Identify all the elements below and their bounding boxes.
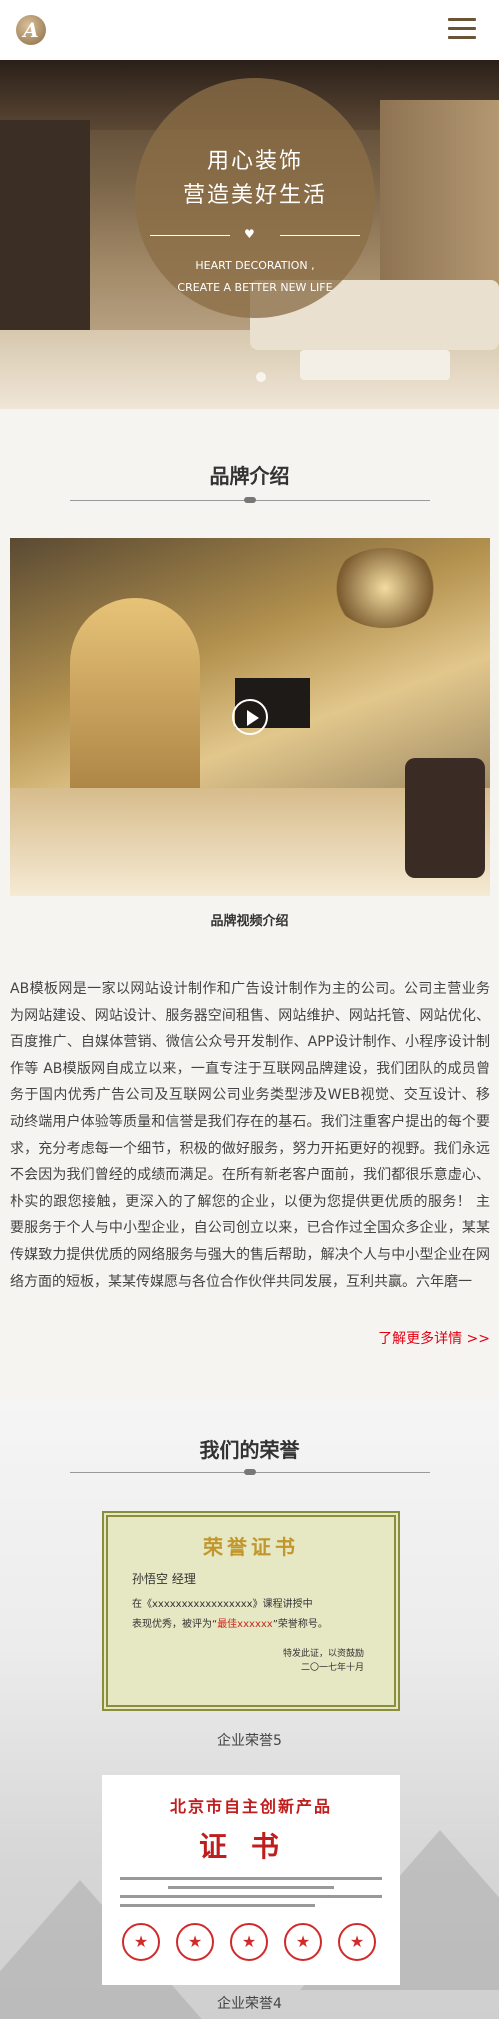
cert-body-line1: 在《xxxxxxxxxxxxxxxxx》课程讲授中: [132, 1599, 313, 1610]
cert-recipient-name: 孙悟空: [132, 1572, 169, 1586]
cert-date: 二〇一七年十月: [300, 1663, 364, 1673]
cert-body-text: ”荣誉称号。: [272, 1619, 328, 1630]
honor-caption: 企业荣誉5: [217, 1733, 282, 1749]
banner-title-line1: 用心装饰: [206, 149, 303, 174]
banner-divider-left: [150, 235, 230, 236]
video-caption: 品牌视频介绍: [210, 914, 289, 929]
logo-letter: A: [23, 18, 39, 42]
banner-subtitle-line1: HEART DECORATION ,: [195, 259, 315, 272]
banner-title-line2: 营造美好生活: [182, 183, 327, 208]
more-details-link[interactable]: 了解更多详情 >>: [360, 1328, 490, 1348]
heart-icon: ♥: [244, 227, 255, 241]
brand-video[interactable]: [10, 538, 490, 896]
banner-title: 用心装饰 营造美好生活: [135, 145, 375, 213]
section-divider-dot: [244, 497, 256, 503]
cert-sign-text: 特发此证，以资鼓励: [282, 1649, 364, 1659]
cert-body-text: 表现优秀，被评为“: [132, 1619, 218, 1630]
cert-seals: [122, 1923, 382, 1963]
cert-sign: 特发此证，以资鼓励 二〇一七年十月: [118, 1647, 364, 1675]
logo[interactable]: A: [16, 15, 46, 45]
section-title-honors: 我们的荣誉: [199, 1438, 300, 1462]
banner-divider-right: [280, 235, 360, 236]
cert-title: 荣誉证书: [203, 1535, 299, 1559]
cert-highlight: 最佳xxxxxx: [217, 1619, 273, 1630]
cert-text-lines: [112, 1877, 390, 1907]
cert-body: 在《xxxxxxxxxxxxxxxxx》课程讲授中 表现优秀，被评为“最佳xxx…: [132, 1595, 370, 1635]
cert-body-line2: 表现优秀，被评为“最佳xxxxxx”荣誉称号。: [132, 1615, 370, 1635]
section-title-brand: 品牌介绍: [209, 464, 290, 488]
cert-big-title: 证书: [198, 1830, 303, 1863]
banner-subtitle: HEART DECORATION , CREATE A BETTER NEW L…: [135, 255, 375, 299]
hamburger-menu-icon[interactable]: [448, 18, 476, 40]
banner-subtitle-line2: CREATE A BETTER NEW LIFE: [177, 281, 333, 294]
cert-recipient: 孙悟空 经理: [132, 1570, 384, 1587]
header: A: [0, 0, 499, 60]
play-icon[interactable]: [232, 699, 268, 735]
section-divider-dot: [244, 1469, 256, 1475]
honor-certificate-image[interactable]: 荣誉证书 孙悟空 经理 在《xxxxxxxxxxxxxxxxx》课程讲授中 表现…: [102, 1511, 400, 1711]
carousel-dot[interactable]: [256, 372, 266, 382]
cert-head: 北京市自主创新产品: [169, 1797, 332, 1816]
honor-certificate-image[interactable]: 北京市自主创新产品 证书: [102, 1775, 400, 1985]
brand-intro-text: AB模板网是一家以网站设计制作和广告设计制作为主的公司。公司主营业务为网站建设、…: [10, 981, 490, 1290]
honor-caption: 企业荣誉4: [217, 1996, 282, 2012]
cert-recipient-role: 经理: [171, 1572, 196, 1586]
